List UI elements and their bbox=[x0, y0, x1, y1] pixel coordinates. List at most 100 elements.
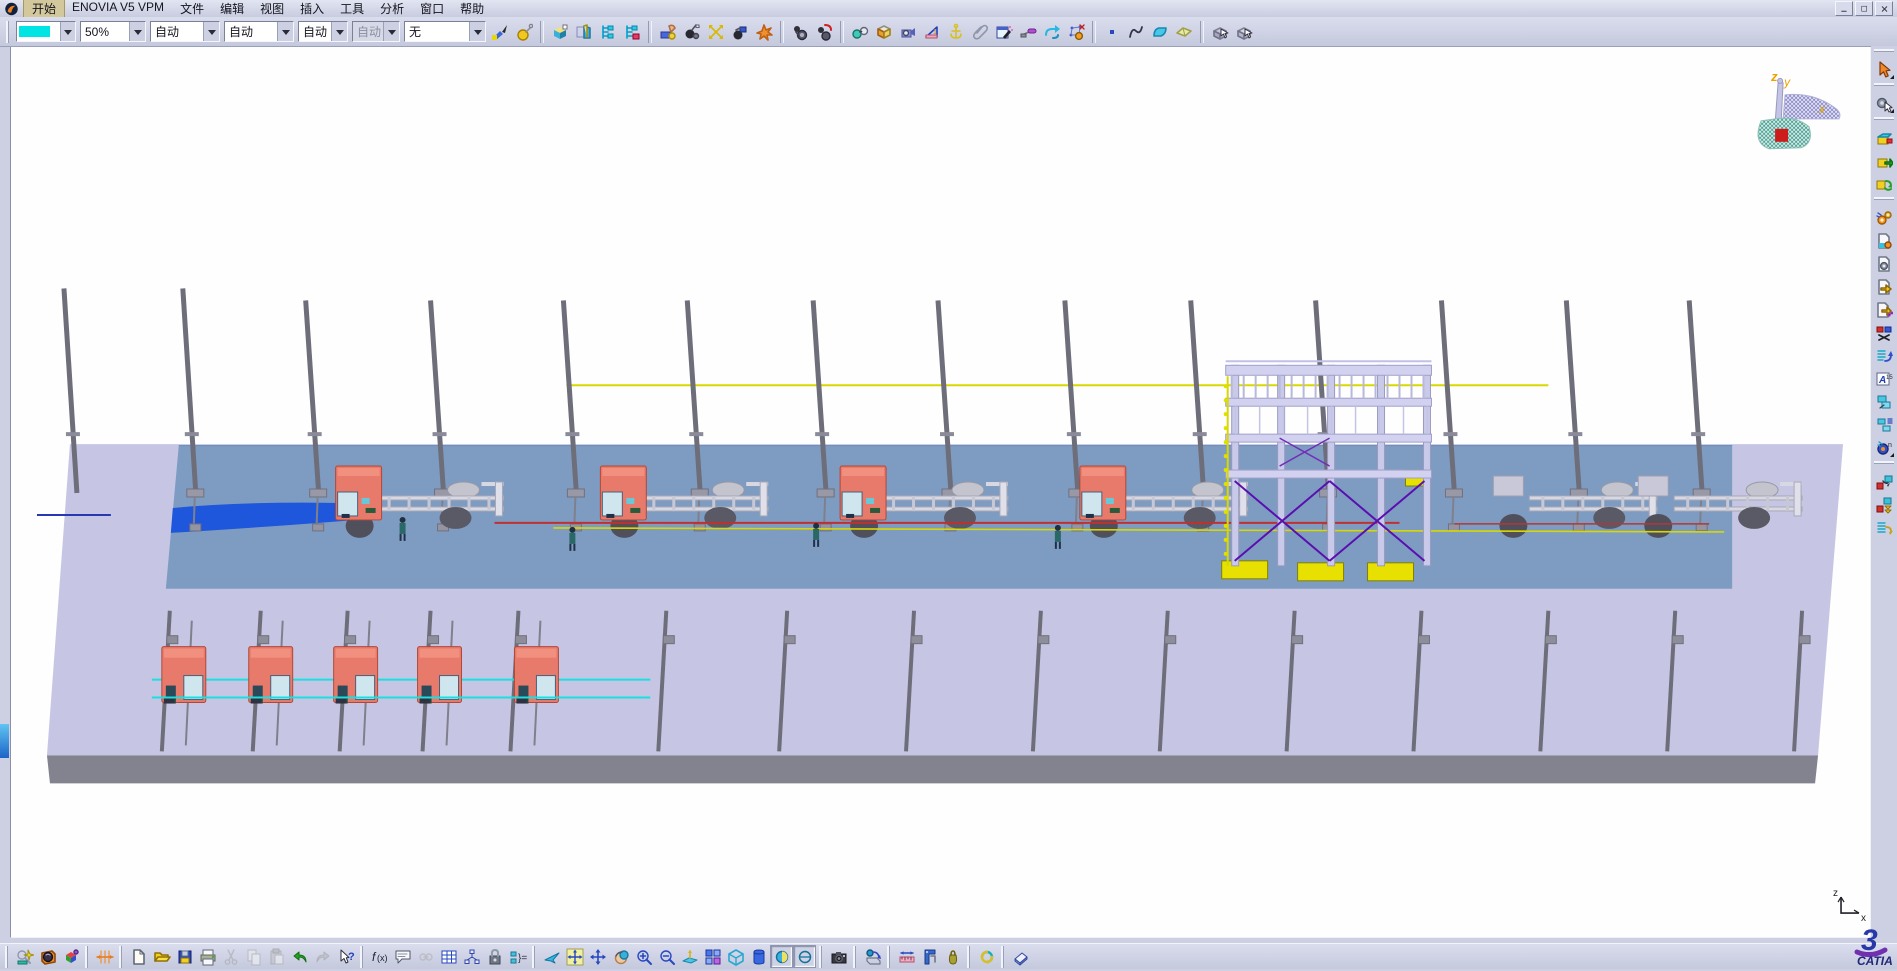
view-box-icon[interactable] bbox=[548, 20, 572, 44]
select-box-alt-icon[interactable] bbox=[1232, 20, 1256, 44]
vpm-sync-icon[interactable] bbox=[1872, 172, 1896, 195]
doc-export-icon[interactable] bbox=[1872, 275, 1896, 298]
caliper-icon[interactable] bbox=[918, 945, 941, 968]
combo-dropdown-button[interactable] bbox=[203, 22, 219, 41]
menu-item-4[interactable]: 编辑 bbox=[212, 0, 252, 18]
wand-teal-icon[interactable] bbox=[13, 945, 36, 968]
normal-view-icon[interactable] bbox=[678, 945, 701, 968]
surface-icon[interactable] bbox=[1148, 20, 1172, 44]
comment-icon[interactable] bbox=[391, 945, 414, 968]
menu-item-7[interactable]: 工具 bbox=[332, 0, 372, 18]
select-cursor-icon[interactable] bbox=[1872, 58, 1896, 81]
gears-orange-icon[interactable] bbox=[1872, 206, 1896, 229]
view-compass[interactable]: z y x bbox=[1758, 69, 1840, 149]
copy-structure-icon[interactable] bbox=[1872, 390, 1896, 413]
weight-icon[interactable] bbox=[941, 945, 964, 968]
rotate-icon[interactable] bbox=[609, 945, 632, 968]
doc-convert-icon[interactable] bbox=[1872, 229, 1896, 252]
toolbar-drag-handle[interactable] bbox=[6, 21, 11, 43]
combo-dropdown-button[interactable] bbox=[469, 22, 485, 41]
sphere-wand-icon[interactable] bbox=[512, 20, 536, 44]
box-swap-icon[interactable] bbox=[1872, 470, 1896, 493]
doc-structure-icon[interactable] bbox=[1872, 298, 1896, 321]
toolbar-drag-handle[interactable] bbox=[119, 946, 124, 968]
measure-icon[interactable] bbox=[895, 945, 918, 968]
wireframe-box-icon[interactable] bbox=[793, 945, 816, 968]
new-doc-icon[interactable] bbox=[127, 945, 150, 968]
paintbrush-icon[interactable] bbox=[488, 20, 512, 44]
redo-icon[interactable] bbox=[311, 945, 334, 968]
render-icon[interactable] bbox=[36, 945, 59, 968]
print-icon[interactable] bbox=[196, 945, 219, 968]
menu-item-10[interactable]: 帮助 bbox=[452, 0, 492, 18]
paste-icon[interactable] bbox=[265, 945, 288, 968]
eraser-icon[interactable] bbox=[1009, 945, 1032, 968]
toolbar-drag-handle[interactable] bbox=[5, 946, 10, 968]
vpm-open-icon[interactable] bbox=[1872, 126, 1896, 149]
expand-arrows-icon[interactable] bbox=[704, 20, 728, 44]
swirl-icon[interactable] bbox=[975, 945, 998, 968]
camera-icon[interactable] bbox=[827, 945, 850, 968]
fly-icon[interactable] bbox=[540, 945, 563, 968]
fit-all-icon[interactable] bbox=[563, 945, 586, 968]
doc-gear-icon[interactable] bbox=[1872, 252, 1896, 275]
toolbar-drag-handle[interactable] bbox=[1874, 83, 1894, 90]
menu-item-3[interactable]: 文件 bbox=[172, 0, 212, 18]
toolbar-drag-handle[interactable] bbox=[1001, 946, 1006, 968]
combo-dropdown-button[interactable] bbox=[331, 22, 347, 41]
graphic-color-combo[interactable] bbox=[16, 21, 76, 42]
toolbar-drag-handle[interactable] bbox=[1874, 197, 1894, 204]
gear-cursor-icon[interactable] bbox=[1872, 92, 1896, 115]
toolbar-drag-handle[interactable] bbox=[819, 946, 824, 968]
menu-item-1[interactable]: 开始 bbox=[24, 0, 64, 18]
zoom-level-combo[interactable]: 50% bbox=[80, 21, 146, 42]
measure-item-icon[interactable] bbox=[848, 20, 872, 44]
disconnect-icon[interactable] bbox=[1872, 321, 1896, 344]
undo-icon[interactable] bbox=[288, 945, 311, 968]
list-export-icon[interactable] bbox=[1872, 516, 1896, 539]
simulate-icon[interactable] bbox=[861, 945, 884, 968]
save-icon[interactable] bbox=[173, 945, 196, 968]
viewport-3d[interactable]: z y x z x bbox=[10, 46, 1871, 938]
tools-icon[interactable] bbox=[1016, 20, 1040, 44]
toolbar-drag-handle[interactable] bbox=[532, 946, 537, 968]
angle-measure-icon[interactable]: 1 bbox=[920, 20, 944, 44]
rgb-cube-icon[interactable] bbox=[59, 945, 82, 968]
shaded-icon[interactable] bbox=[747, 945, 770, 968]
app-icon[interactable] bbox=[4, 2, 20, 16]
iso-view-icon[interactable] bbox=[724, 945, 747, 968]
render-style-combo[interactable]: 自动 bbox=[352, 21, 400, 42]
box-filter-icon[interactable] bbox=[1872, 493, 1896, 516]
camera-cube-icon[interactable] bbox=[896, 20, 920, 44]
swap-space-icon[interactable] bbox=[656, 20, 680, 44]
tree-collapse-icon[interactable] bbox=[620, 20, 644, 44]
link-icon[interactable] bbox=[414, 945, 437, 968]
anchor-icon[interactable] bbox=[944, 20, 968, 44]
maximize-button[interactable] bbox=[1855, 1, 1873, 16]
grid-snap-icon[interactable] bbox=[93, 945, 116, 968]
fx-icon[interactable]: f(x) bbox=[368, 945, 391, 968]
text-a15-icon[interactable]: A15 bbox=[1872, 367, 1896, 390]
paste-structure-icon[interactable] bbox=[1872, 413, 1896, 436]
table-icon[interactable] bbox=[437, 945, 460, 968]
attach-icon[interactable] bbox=[968, 20, 992, 44]
vpm-send-icon[interactable] bbox=[1872, 149, 1896, 172]
minimize-button[interactable] bbox=[1835, 1, 1853, 16]
layer-combo[interactable]: 无 bbox=[404, 21, 486, 42]
help-icon[interactable]: ? bbox=[334, 945, 357, 968]
point-icon[interactable] bbox=[1100, 20, 1124, 44]
robot-red-icon[interactable] bbox=[812, 20, 836, 44]
menu-item-2[interactable]: ENOVIA V5 VPM bbox=[64, 0, 172, 18]
toolbar-drag-handle[interactable] bbox=[85, 946, 90, 968]
line-type-combo[interactable]: 自动 bbox=[150, 21, 220, 42]
section-box-icon[interactable] bbox=[872, 20, 896, 44]
point-symbol-combo[interactable]: 自动 bbox=[298, 21, 348, 42]
robot-camera-icon[interactable] bbox=[728, 20, 752, 44]
combo-dropdown-button[interactable] bbox=[277, 22, 293, 41]
toolbar-drag-handle[interactable] bbox=[967, 946, 972, 968]
shading-box-icon[interactable] bbox=[770, 945, 793, 968]
hide-show-icon[interactable] bbox=[572, 20, 596, 44]
viewport-3d-scene[interactable]: z y x z x bbox=[11, 47, 1870, 937]
zoom-in-icon[interactable] bbox=[632, 945, 655, 968]
pan-icon[interactable] bbox=[586, 945, 609, 968]
